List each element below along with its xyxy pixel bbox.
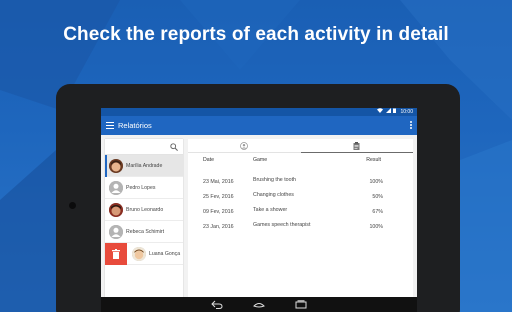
student-search[interactable] — [105, 139, 183, 155]
recents-icon[interactable] — [295, 300, 307, 309]
navigation-bar — [101, 297, 417, 312]
avatar — [109, 225, 123, 239]
row-game: Changing clothes — [253, 192, 294, 198]
wifi-icon — [377, 108, 384, 113]
row-date: 23 Mai, 2016 — [203, 179, 234, 185]
student-item[interactable]: Rebeca Schimirt — [105, 221, 183, 243]
avatar — [109, 203, 123, 217]
header-result: Result — [366, 157, 381, 163]
row-game: Games speech therapist — [253, 222, 311, 228]
student-name: Pedro Lopes — [126, 185, 156, 191]
avatar — [109, 159, 123, 173]
app-bar-title: Relatórios — [118, 121, 152, 130]
row-result: 67% — [372, 209, 383, 215]
search-icon[interactable] — [170, 143, 178, 151]
avatar — [132, 247, 146, 261]
student-name: Rebeca Schimirt — [126, 229, 165, 235]
table-row[interactable]: 23 Jan, 2016 Games speech therapist 100% — [188, 218, 413, 233]
home-icon[interactable] — [253, 300, 265, 309]
trash-icon — [112, 249, 120, 259]
status-icons — [377, 108, 397, 116]
report-tabs — [188, 139, 413, 153]
clipboard-icon — [353, 142, 360, 150]
app-screen: 10:00 Relatórios Marília Andrade Pedro L… — [101, 108, 417, 312]
promo-headline: Check the reports of each activity in de… — [63, 24, 449, 45]
student-item[interactable]: Bruno Leonardo — [105, 199, 183, 221]
row-result: 100% — [369, 224, 383, 230]
battery-icon — [393, 108, 397, 113]
report-table-header: Date Game Result — [188, 157, 413, 168]
student-name: Bruno Leonardo — [126, 207, 164, 213]
more-vert-icon[interactable] — [410, 120, 413, 130]
table-row[interactable]: 23 Mai, 2016 Brushing the tooth 100% — [188, 173, 413, 188]
status-time: 10:00 — [400, 109, 413, 115]
table-row[interactable]: 25 Fev, 2016 Changing clothes 50% — [188, 188, 413, 203]
delete-button[interactable] — [105, 243, 127, 265]
row-game: Take a shower — [253, 207, 288, 213]
row-result: 50% — [372, 194, 383, 200]
row-date: 09 Fev, 2016 — [203, 209, 234, 215]
row-game: Brushing the tooth — [253, 177, 296, 183]
avatar — [109, 181, 123, 195]
student-item[interactable]: Pedro Lopes — [105, 177, 183, 199]
hamburger-menu-icon[interactable] — [106, 120, 114, 130]
student-name: Luana Gonça — [149, 251, 181, 257]
row-date: 25 Fev, 2016 — [203, 194, 234, 200]
back-icon[interactable] — [211, 300, 223, 309]
header-game: Game — [253, 157, 268, 163]
report-panel: Date Game Result 23 Mai, 2016 Brushing t… — [188, 139, 413, 305]
row-result: 100% — [369, 179, 383, 185]
status-bar: 10:00 — [101, 108, 417, 116]
tab-profile[interactable] — [188, 139, 300, 153]
app-bar: Relatórios — [101, 116, 417, 135]
student-name: Marília Andrade — [126, 163, 163, 169]
header-date: Date — [203, 157, 214, 163]
person-icon — [240, 142, 248, 150]
student-item[interactable]: Marília Andrade — [105, 155, 183, 177]
students-sidebar: Marília Andrade Pedro Lopes Bruno Leonar… — [105, 139, 183, 301]
table-row[interactable]: 09 Fev, 2016 Take a shower 67% — [188, 203, 413, 218]
tab-reports[interactable] — [301, 139, 413, 153]
signal-icon — [385, 108, 391, 113]
row-date: 23 Jan, 2016 — [203, 224, 234, 230]
tablet-camera — [69, 202, 76, 209]
student-item[interactable]: Luana Gonça — [105, 243, 183, 265]
